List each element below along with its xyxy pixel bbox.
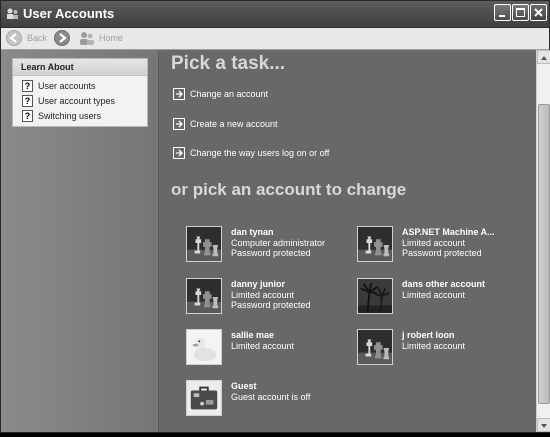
main-panel: Pick a task... Change an account Create …: [159, 50, 536, 432]
user-accounts-window: User Accounts Back Home Learn About ? Us…: [0, 0, 550, 433]
help-icon: ?: [22, 80, 33, 92]
account-name: sallie mae: [231, 330, 275, 340]
sidebar: Learn About ? User accounts ? User accou…: [1, 50, 159, 432]
account-type: Limited account: [402, 290, 466, 300]
account-type: Limited account: [231, 290, 295, 300]
arrow-up-icon: [541, 56, 547, 60]
chess-pieces-icon: [357, 329, 393, 365]
sidebar-item-label: User accounts: [38, 81, 96, 91]
account-type: Computer administrator: [231, 238, 326, 248]
chess-pieces-icon: [357, 226, 393, 262]
sidebar-item-label: Switching users: [38, 111, 102, 121]
arrow-right-icon: [173, 118, 185, 130]
task-label: Create a new account: [190, 119, 278, 129]
maximize-button[interactable]: [512, 4, 529, 21]
pick-account-heading: or pick an account to change: [171, 180, 407, 199]
scroll-thumb[interactable]: [538, 104, 550, 404]
home-users-icon[interactable]: [79, 30, 95, 46]
forward-arrow-icon[interactable]: [54, 30, 70, 46]
account-status: Password protected: [231, 300, 311, 310]
vertical-scrollbar[interactable]: [536, 50, 550, 432]
account-type: Guest account is off: [231, 392, 311, 402]
account-name: Guest: [231, 381, 257, 391]
account-type: Limited account: [402, 341, 466, 351]
account-status: Password protected: [231, 248, 311, 258]
pick-task-heading: Pick a task...: [171, 53, 286, 74]
account-status: Password protected: [402, 248, 482, 258]
navigation-toolbar: Back Home: [1, 28, 549, 50]
account-name: danny junior: [231, 279, 285, 289]
suitcase-icon: [186, 380, 222, 416]
task-label: Change the way users log on or off: [190, 148, 330, 158]
home-button-label[interactable]: Home: [99, 30, 123, 47]
account-name: dans other account: [402, 279, 486, 289]
scroll-down-button[interactable]: [537, 418, 550, 432]
title-bar[interactable]: User Accounts: [1, 1, 549, 28]
account-type: Limited account: [231, 341, 295, 351]
user-accounts-app-icon: [7, 8, 18, 19]
rubber-duck-icon: [186, 329, 222, 365]
account-name: j robert loon: [402, 330, 455, 340]
close-icon: [534, 8, 543, 17]
learn-about-title: Learn About: [13, 59, 147, 76]
arrow-right-icon: [173, 147, 185, 159]
scroll-up-button[interactable]: [537, 50, 550, 64]
chess-pieces-icon: [186, 278, 222, 314]
task-label: Change an account: [190, 89, 269, 99]
help-icon: ?: [22, 110, 33, 122]
window-title: User Accounts: [23, 6, 115, 21]
arrow-right-icon: [173, 88, 185, 100]
minimize-icon: [499, 15, 505, 17]
maximize-icon: [516, 8, 525, 17]
arrow-down-icon: [541, 424, 547, 428]
account-type: Limited account: [402, 238, 466, 248]
learn-about-panel: Learn About ? User accounts ? User accou…: [12, 58, 148, 127]
account-name: dan tynan: [231, 227, 274, 237]
help-icon: ?: [22, 95, 33, 107]
sidebar-item-label: User account types: [38, 96, 116, 106]
back-button-label[interactable]: Back: [27, 30, 47, 47]
close-button[interactable]: [530, 4, 547, 21]
minimize-button[interactable]: [494, 4, 511, 21]
palm-trees-icon: [357, 278, 393, 314]
chess-pieces-icon: [186, 226, 222, 262]
back-arrow-icon[interactable]: [6, 30, 22, 46]
account-name: ASP.NET Machine A...: [402, 227, 495, 237]
